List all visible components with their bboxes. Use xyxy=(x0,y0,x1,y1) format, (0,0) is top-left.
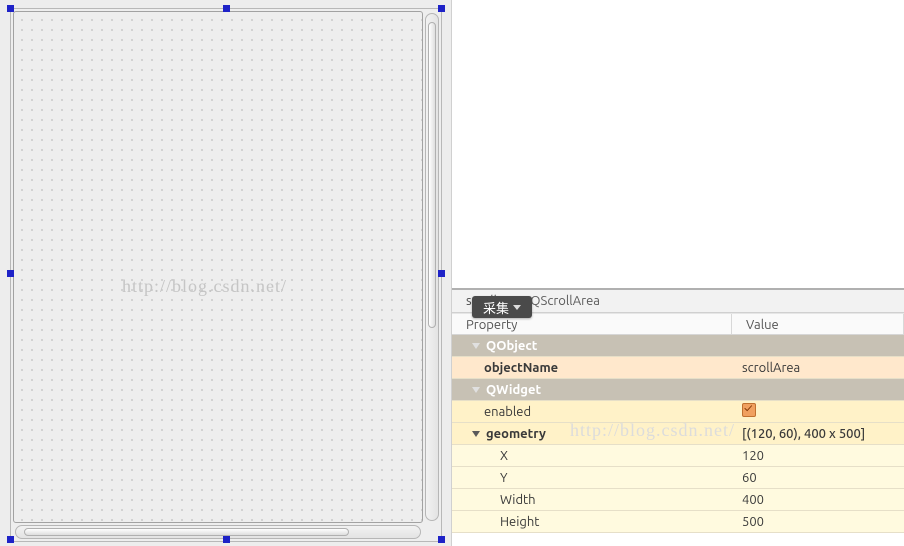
resize-handle-tr[interactable] xyxy=(438,5,445,12)
prop-name: X xyxy=(452,449,732,463)
resize-handle-tl[interactable] xyxy=(7,5,14,12)
row-enabled[interactable]: enabled xyxy=(452,401,904,423)
group-label: QWidget xyxy=(486,383,541,397)
prop-name: geometry xyxy=(486,427,546,441)
scrollarea-widget[interactable] xyxy=(10,8,442,542)
prop-name: Height xyxy=(452,515,732,529)
prop-value: [(120, 60), 400 x 500] xyxy=(732,427,904,441)
chevron-down-icon xyxy=(513,305,521,310)
capture-button[interactable]: 采集 xyxy=(472,296,532,318)
group-qobject[interactable]: QObject xyxy=(452,335,904,357)
chevron-down-icon xyxy=(472,387,480,393)
prop-value[interactable]: scrollArea xyxy=(732,361,904,375)
resize-handle-tm[interactable] xyxy=(223,5,230,12)
prop-value[interactable]: 500 xyxy=(732,515,904,529)
prop-value[interactable]: 400 xyxy=(732,493,904,507)
column-value[interactable]: Value xyxy=(732,314,904,334)
property-editor: scrollArea: QScrollArea Property Value Q… xyxy=(452,288,904,546)
prop-value[interactable]: 60 xyxy=(732,471,904,485)
capture-button-label: 采集 xyxy=(483,298,509,317)
group-label: QObject xyxy=(486,339,537,353)
resize-handle-ml[interactable] xyxy=(7,270,14,277)
row-objectname[interactable]: objectName scrollArea xyxy=(452,357,904,379)
prop-name: Y xyxy=(452,471,732,485)
resize-handle-bl[interactable] xyxy=(7,536,14,543)
scrollbar-corner xyxy=(425,525,439,539)
horizontal-scrollbar[interactable] xyxy=(15,525,421,539)
form-canvas[interactable]: http://blog.csdn.net/ xyxy=(0,0,452,546)
row-geometry[interactable]: geometry [(120, 60), 400 x 500] xyxy=(452,423,904,445)
row-geometry-height[interactable]: Height 500 xyxy=(452,511,904,533)
prop-name: enabled xyxy=(452,405,732,419)
resize-handle-bm[interactable] xyxy=(223,536,230,543)
vertical-scrollbar[interactable] xyxy=(425,13,439,521)
scrollarea-viewport[interactable] xyxy=(13,11,423,523)
chevron-down-icon xyxy=(472,343,480,349)
group-qwidget[interactable]: QWidget xyxy=(452,379,904,401)
row-geometry-x[interactable]: X 120 xyxy=(452,445,904,467)
row-geometry-width[interactable]: Width 400 xyxy=(452,489,904,511)
enabled-checkbox[interactable] xyxy=(742,403,756,417)
row-geometry-y[interactable]: Y 60 xyxy=(452,467,904,489)
object-class: : QScrollArea xyxy=(524,294,600,308)
prop-name: objectName xyxy=(452,361,732,375)
chevron-down-icon xyxy=(472,431,480,437)
prop-value[interactable]: 120 xyxy=(732,449,904,463)
prop-name: Width xyxy=(452,493,732,507)
resize-handle-br[interactable] xyxy=(438,536,445,543)
resize-handle-mr[interactable] xyxy=(438,270,445,277)
